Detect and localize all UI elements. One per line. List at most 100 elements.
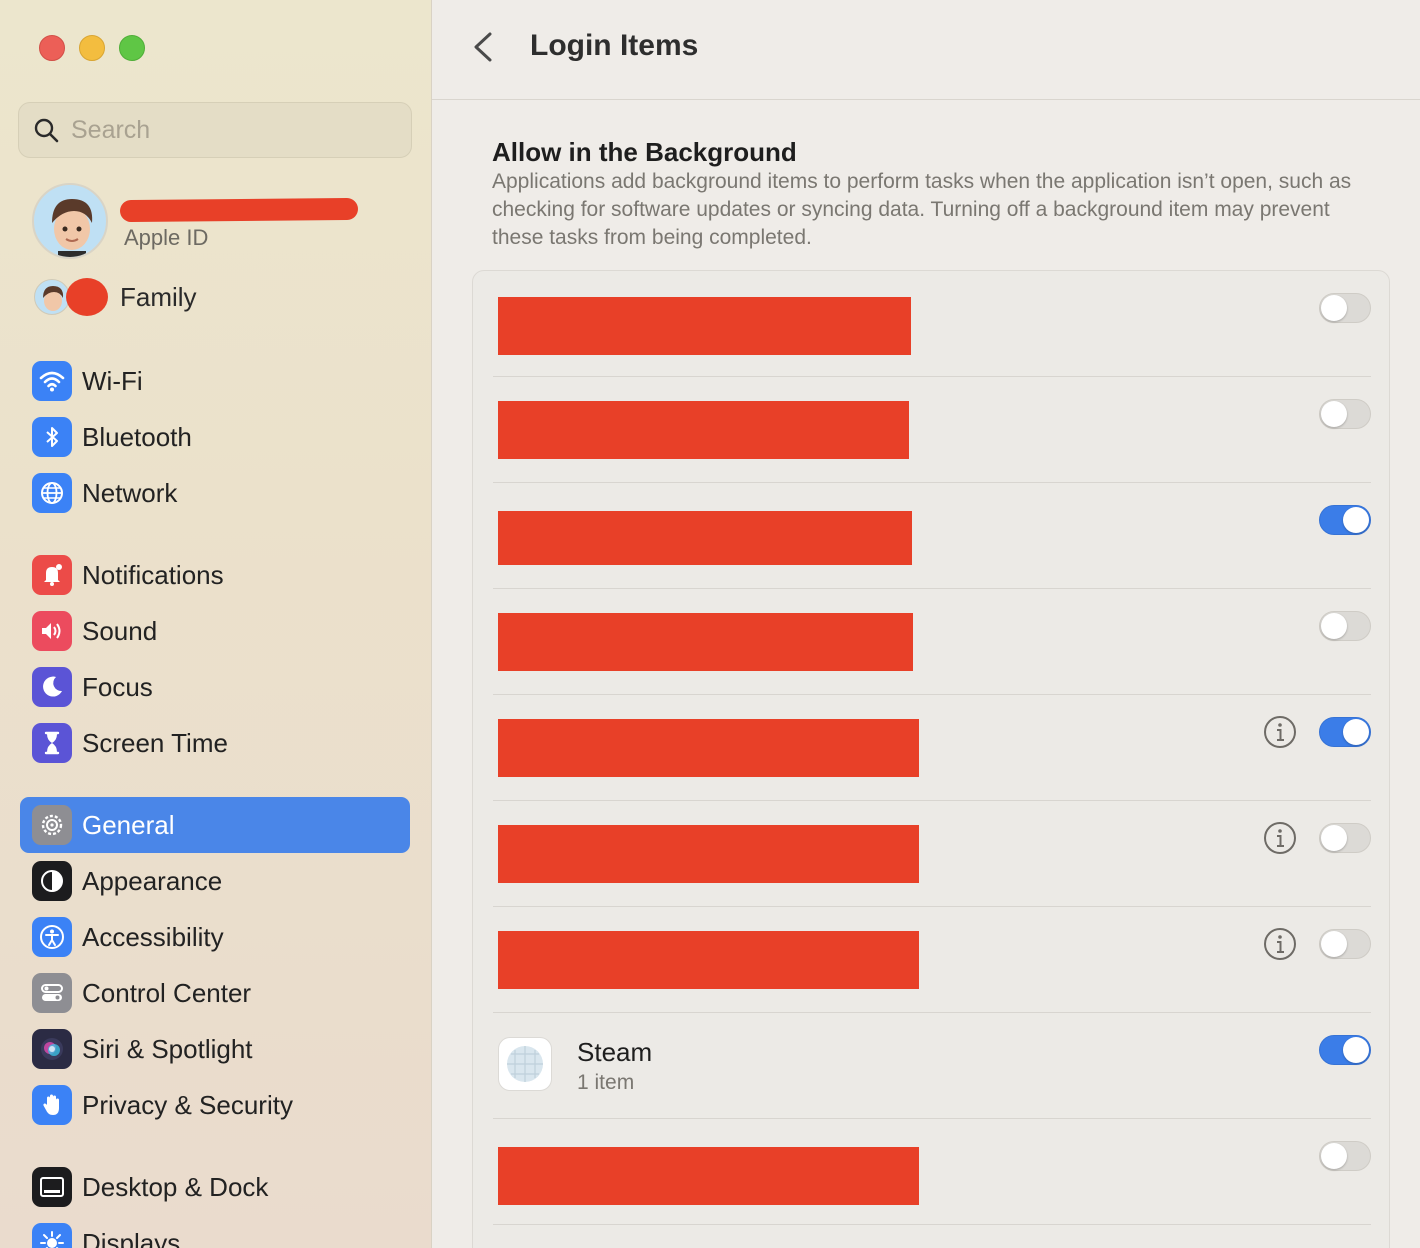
sidebar-item-label: Bluetooth bbox=[82, 421, 192, 452]
sidebar-item-focus[interactable]: Focus bbox=[20, 659, 410, 715]
sidebar-item-displays[interactable]: Displays bbox=[20, 1215, 410, 1248]
toolbar: Login Items bbox=[432, 0, 1420, 100]
list-item bbox=[493, 695, 1371, 801]
sidebar-item-sound[interactable]: Sound bbox=[20, 603, 410, 659]
close-window-button[interactable] bbox=[39, 35, 65, 61]
list-item bbox=[493, 483, 1371, 589]
list-item-steam: Steam 1 item bbox=[493, 1013, 1371, 1119]
family-item[interactable]: Family bbox=[34, 278, 414, 318]
redacted-item bbox=[498, 825, 919, 883]
redacted-item bbox=[498, 511, 912, 565]
gear-icon bbox=[32, 805, 72, 845]
redacted-item bbox=[498, 1147, 919, 1205]
sidebar-item-siri-spotlight[interactable]: Siri & Spotlight bbox=[20, 1021, 410, 1077]
bell-icon bbox=[32, 555, 72, 595]
sidebar-item-label: Siri & Spotlight bbox=[82, 1033, 253, 1064]
moon-icon bbox=[32, 667, 72, 707]
speaker-icon bbox=[32, 611, 72, 651]
steam-app-icon bbox=[498, 1037, 552, 1091]
redacted-item bbox=[498, 401, 909, 459]
dock-icon bbox=[32, 1167, 72, 1207]
sidebar-item-label: Notifications bbox=[82, 559, 224, 590]
search-icon bbox=[34, 118, 59, 143]
siri-icon bbox=[32, 1029, 72, 1069]
redacted-item bbox=[498, 297, 911, 355]
sidebar-item-label: Control Center bbox=[82, 977, 252, 1008]
background-item-toggle[interactable] bbox=[1319, 823, 1371, 853]
search-field[interactable] bbox=[18, 102, 412, 158]
redacted-account-name bbox=[119, 197, 359, 223]
apple-id-account[interactable]: Apple ID bbox=[32, 183, 412, 263]
back-chevron-icon[interactable] bbox=[468, 30, 500, 64]
sidebar-item-label: Privacy & Security bbox=[82, 1089, 293, 1120]
background-item-toggle[interactable] bbox=[1319, 293, 1371, 323]
sidebar-item-screen-time[interactable]: Screen Time bbox=[20, 715, 410, 771]
redacted-item bbox=[498, 719, 919, 777]
control-center-icon bbox=[32, 973, 72, 1013]
sidebar-item-label: General bbox=[82, 809, 175, 840]
background-item-toggle[interactable] bbox=[1319, 1035, 1371, 1065]
page-title: Login Items bbox=[530, 29, 699, 62]
family-label: Family bbox=[120, 282, 197, 312]
list-item bbox=[493, 801, 1371, 907]
zoom-window-button[interactable] bbox=[119, 35, 145, 61]
sidebar-item-label: Network bbox=[82, 477, 178, 508]
list-item bbox=[493, 907, 1371, 1013]
sidebar-item-bluetooth[interactable]: Bluetooth bbox=[20, 409, 410, 465]
avatar bbox=[32, 183, 108, 259]
info-icon[interactable] bbox=[1263, 715, 1297, 749]
bluetooth-icon bbox=[32, 417, 72, 457]
sun-icon bbox=[32, 1223, 72, 1248]
app-item-count: 1 item bbox=[577, 1071, 635, 1094]
divider bbox=[493, 1224, 1371, 1225]
family-member-avatar bbox=[34, 279, 70, 315]
section-title: Allow in the Background bbox=[492, 137, 797, 167]
sidebar-item-control-center[interactable]: Control Center bbox=[20, 965, 410, 1021]
accessibility-icon bbox=[32, 917, 72, 957]
app-name: Steam bbox=[577, 1037, 653, 1067]
sidebar-item-label: Desktop & Dock bbox=[82, 1171, 269, 1202]
redacted-item bbox=[498, 613, 913, 671]
sidebar-item-label: Sound bbox=[82, 615, 158, 646]
list-item bbox=[493, 271, 1371, 377]
sidebar-item-label: Wi-Fi bbox=[82, 365, 143, 396]
background-item-toggle[interactable] bbox=[1319, 399, 1371, 429]
sidebar: Apple ID Family Wi-Fi Bluetooth bbox=[0, 0, 432, 1248]
appearance-icon bbox=[32, 861, 72, 901]
redacted-item bbox=[498, 931, 919, 989]
sidebar-item-label: Displays bbox=[82, 1227, 181, 1248]
background-item-toggle[interactable] bbox=[1319, 929, 1371, 959]
background-items-list: Steam 1 item bbox=[472, 270, 1390, 1248]
window-controls bbox=[39, 35, 145, 61]
list-item bbox=[493, 1119, 1371, 1225]
sidebar-item-network[interactable]: Network bbox=[20, 465, 410, 521]
main-panel: Login Items Allow in the Background Appl… bbox=[432, 0, 1420, 1248]
list-item bbox=[493, 589, 1371, 695]
background-item-toggle[interactable] bbox=[1319, 505, 1371, 535]
globe-icon bbox=[32, 473, 72, 513]
sidebar-item-label: Appearance bbox=[82, 865, 223, 896]
sidebar-item-label: Accessibility bbox=[82, 921, 224, 952]
info-icon[interactable] bbox=[1263, 821, 1297, 855]
sidebar-item-privacy-security[interactable]: Privacy & Security bbox=[20, 1077, 410, 1133]
background-item-toggle[interactable] bbox=[1319, 717, 1371, 747]
background-item-toggle[interactable] bbox=[1319, 611, 1371, 641]
sidebar-item-desktop-dock[interactable]: Desktop & Dock bbox=[20, 1159, 410, 1215]
background-item-toggle[interactable] bbox=[1319, 1141, 1371, 1171]
section-description: Applications add background items to per… bbox=[492, 170, 1352, 249]
search-input[interactable] bbox=[71, 115, 391, 145]
apple-id-label: Apple ID bbox=[124, 225, 209, 250]
sidebar-item-appearance[interactable]: Appearance bbox=[20, 853, 410, 909]
wifi-icon bbox=[32, 361, 72, 401]
sidebar-item-label: Focus bbox=[82, 671, 153, 702]
sidebar-item-label: Screen Time bbox=[82, 727, 228, 758]
sidebar-item-general[interactable]: General bbox=[20, 797, 410, 853]
info-icon[interactable] bbox=[1263, 927, 1297, 961]
list-item bbox=[493, 377, 1371, 483]
sidebar-item-accessibility[interactable]: Accessibility bbox=[20, 909, 410, 965]
hourglass-icon bbox=[32, 723, 72, 763]
sidebar-item-wifi[interactable]: Wi-Fi bbox=[20, 353, 410, 409]
redacted-family-avatar bbox=[66, 278, 108, 316]
minimize-window-button[interactable] bbox=[79, 35, 105, 61]
sidebar-item-notifications[interactable]: Notifications bbox=[20, 547, 410, 603]
